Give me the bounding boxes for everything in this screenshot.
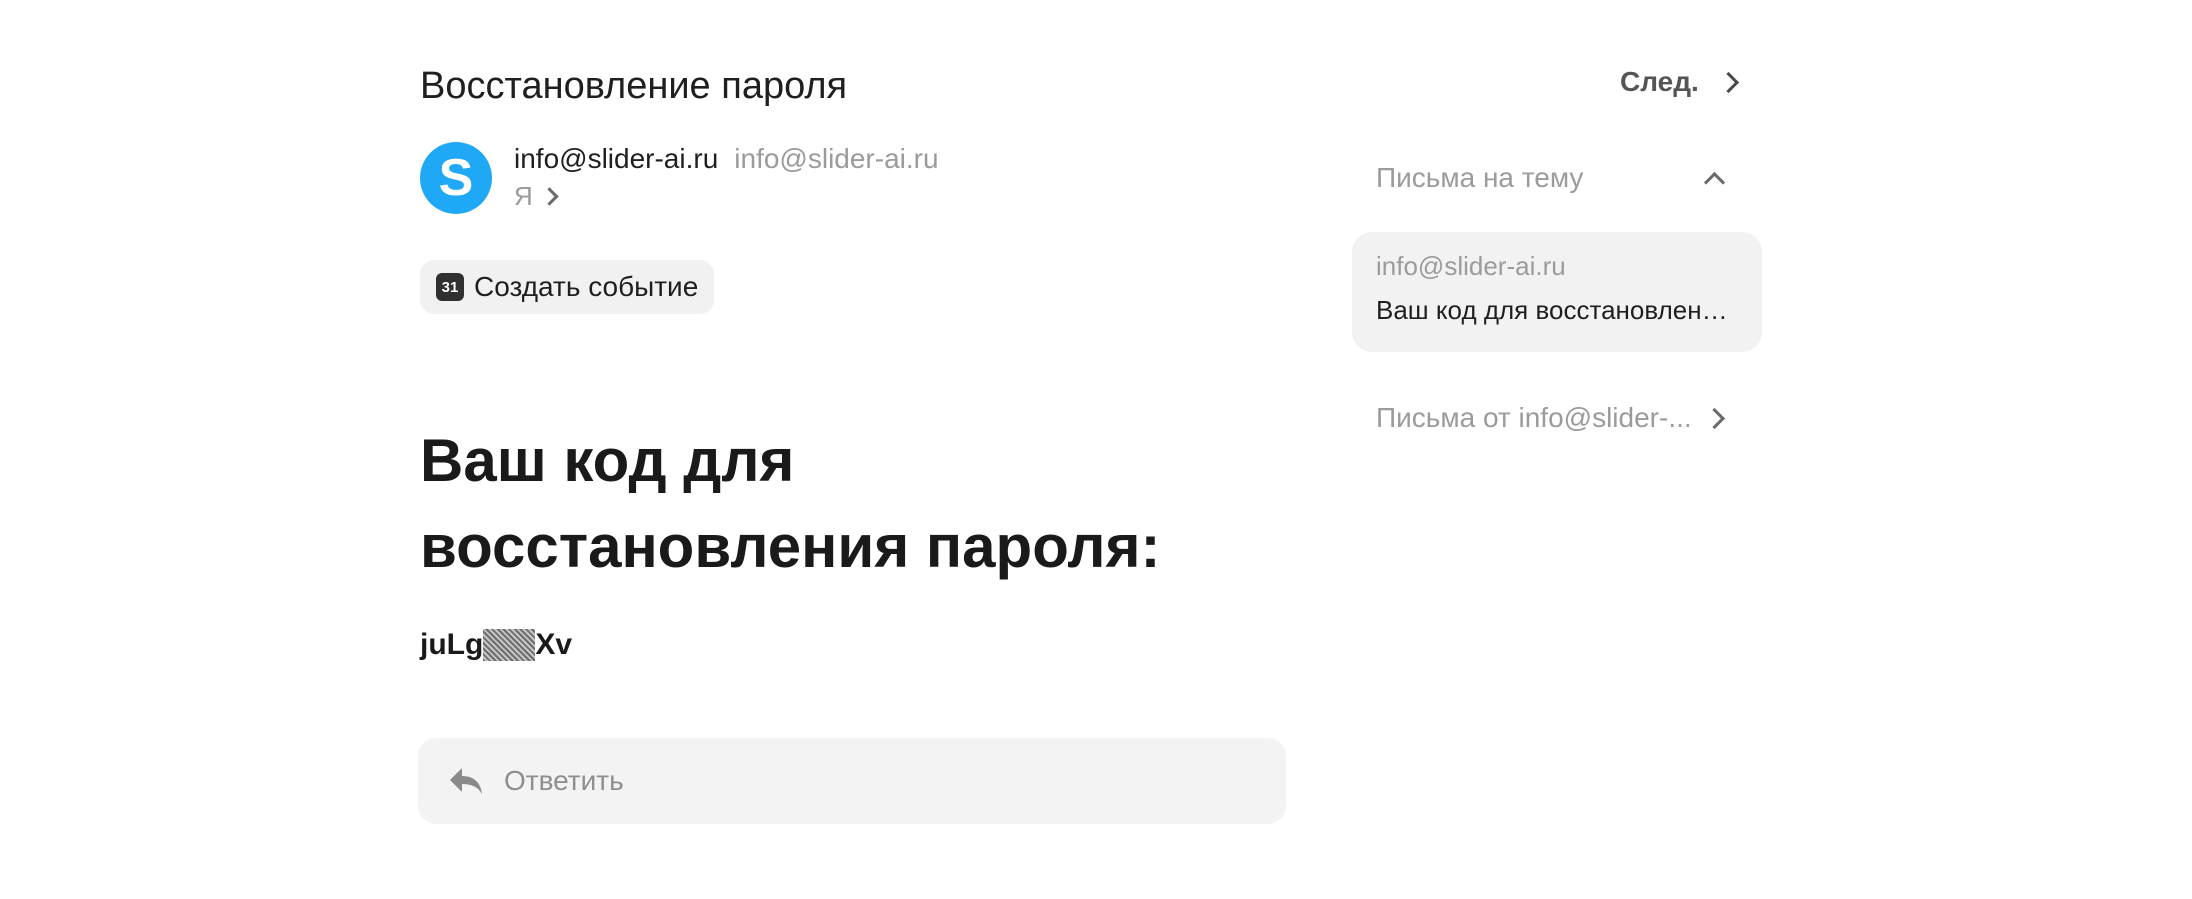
reply-button[interactable]: Ответить	[418, 738, 1286, 824]
message-subject: Восстановление пароля	[420, 65, 848, 107]
thread-item-from: info@slider-ai.ru	[1376, 251, 1566, 281]
next-label: След.	[1620, 66, 1699, 97]
chevron-up-icon	[1703, 171, 1726, 193]
chevron-right-icon	[540, 186, 559, 206]
sender-info: info@slider-ai.ru info@slider-ai.ru Я	[514, 142, 939, 212]
thread-header-toggle[interactable]: Письма на тему	[1376, 162, 1736, 194]
email-body-heading: Ваш код для восстановления пароля:	[420, 427, 1161, 580]
recovery-code-prefix: juLg	[420, 628, 484, 661]
chevron-right-icon	[1703, 407, 1726, 429]
next-message-button[interactable]: След.	[1620, 66, 1739, 98]
sender-avatar[interactable]: S	[420, 142, 492, 214]
calendar-icon: 31	[436, 273, 464, 301]
thread-list-item[interactable]: info@slider-ai.ru Ваш код для восстановл…	[1352, 232, 1762, 352]
recovery-code-suffix: Xv	[535, 628, 573, 661]
recipient-label: Я	[514, 181, 533, 211]
recovery-code: juLg Xv	[420, 628, 572, 662]
reply-icon	[450, 768, 482, 794]
create-event-button[interactable]: 31 Создать событие	[420, 260, 715, 314]
recipient-toggle[interactable]: Я	[514, 180, 939, 212]
thread-header-label: Письма на тему	[1376, 162, 1584, 193]
redacted-area	[483, 629, 536, 661]
chevron-right-icon	[1717, 71, 1739, 93]
reply-label: Ответить	[504, 765, 624, 796]
messages-from-sender-link[interactable]: Письма от info@slider-...	[1376, 402, 1736, 434]
create-event-label: Создать событие	[474, 271, 699, 302]
thread-item-subject: Ваш код для восстановления...	[1376, 295, 1738, 325]
sender-email[interactable]: info@slider-ai.ru	[734, 142, 938, 176]
sender-block: S info@slider-ai.ru info@slider-ai.ru Я	[420, 142, 939, 214]
sender-name[interactable]: info@slider-ai.ru	[514, 142, 718, 176]
messages-from-sender-label: Письма от info@slider-...	[1376, 402, 1692, 433]
